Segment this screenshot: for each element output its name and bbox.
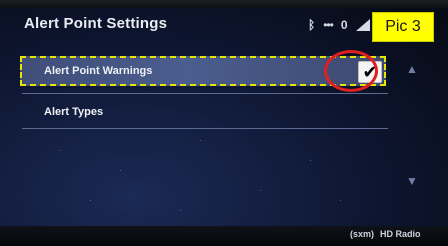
phone-dots-icon: ••• — [323, 18, 334, 32]
sxm-logo: (sxm) — [350, 229, 375, 239]
hd-radio-logo: HD Radio — [380, 229, 421, 239]
scroll-down-icon[interactable]: ▼ — [406, 174, 418, 188]
zero-indicator: 0 — [340, 18, 348, 32]
brand-logos: (sxm) HD Radio — [350, 229, 421, 239]
pic-label-badge: Pic 3 — [372, 12, 434, 42]
callout-ring — [324, 50, 378, 92]
top-bezel — [0, 0, 448, 8]
list-item-label: Alert Point Warnings — [44, 65, 153, 77]
scrollbar[interactable]: ▲ ▼ — [404, 62, 426, 212]
list-item-alert-types[interactable]: Alert Types — [22, 97, 384, 127]
signal-icon — [355, 19, 370, 31]
screen-frame: Alert Point Settings ᛒ ••• 0 Pic 3 Alert… — [0, 0, 448, 246]
list-item-label: Alert Types — [44, 106, 104, 118]
scroll-up-icon[interactable]: ▲ — [406, 62, 418, 76]
list-divider — [22, 93, 388, 94]
list-divider — [22, 128, 388, 129]
bluetooth-icon: ᛒ — [308, 18, 316, 32]
page-title: Alert Point Settings — [24, 15, 168, 32]
